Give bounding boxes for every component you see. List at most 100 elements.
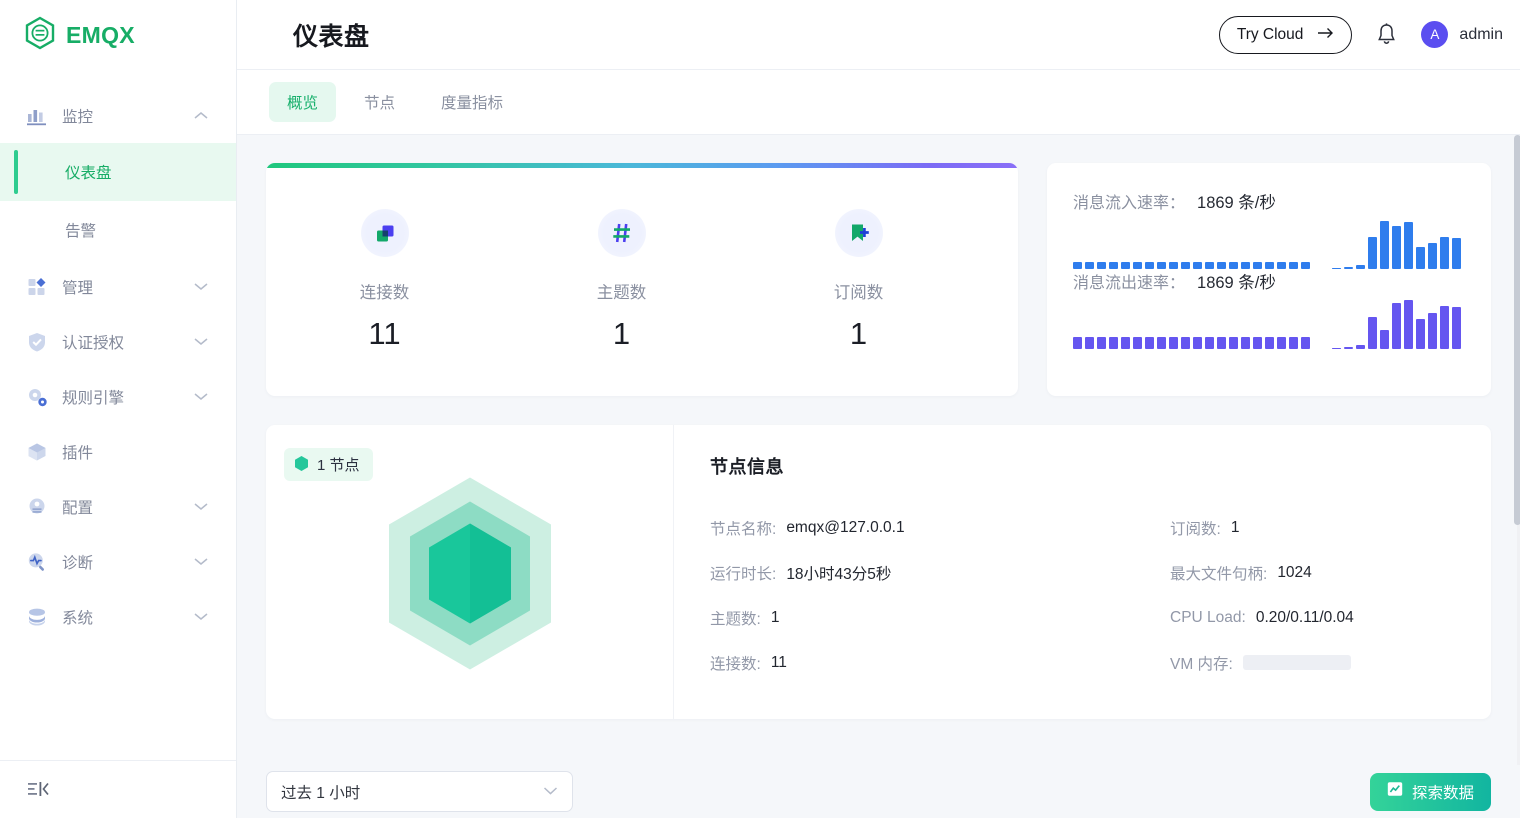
chart-bar — [1440, 237, 1449, 269]
sidebar: EMQX 监控 仪表盘 — [0, 0, 237, 818]
time-range-select[interactable]: 过去 1 小时 — [266, 771, 573, 812]
chart-bar — [1181, 262, 1190, 269]
info-row: 运行时长: 18小时43分5秒 — [710, 550, 1170, 595]
stat-connections: 连接数 11 — [266, 209, 503, 352]
try-cloud-label: Try Cloud — [1237, 26, 1304, 44]
chart-bar — [1404, 222, 1413, 269]
gears-icon — [26, 386, 48, 408]
chart-bar — [1085, 337, 1094, 349]
chart-bar — [1392, 303, 1401, 349]
chart-bar — [1193, 262, 1202, 269]
top-row: 连接数 11 主题数 1 — [266, 163, 1491, 396]
gear-config-icon — [26, 496, 48, 518]
user-menu[interactable]: A admin — [1421, 21, 1503, 48]
emqx-hexagon-logo — [24, 16, 56, 55]
topbar-actions: Try Cloud A admin — [1219, 16, 1503, 54]
sidebar-item-label: 监控 — [62, 105, 93, 127]
inbound-rate-value: 1869 条/秒 — [1197, 189, 1276, 213]
chart-bar — [1380, 221, 1389, 269]
vertical-scrollbar-thumb[interactable] — [1514, 135, 1520, 525]
sidebar-item-diagnosis[interactable]: 诊断 — [0, 534, 236, 589]
sidebar-item-management[interactable]: 管理 — [0, 259, 236, 314]
chart-bar — [1121, 337, 1130, 349]
info-value: 1 — [771, 609, 780, 627]
connections-squares-icon — [361, 209, 409, 257]
sidebar-item-label: 配置 — [62, 496, 93, 518]
chart-bar — [1205, 337, 1214, 349]
shield-check-icon — [26, 331, 48, 353]
collapse-sidebar-icon[interactable] — [28, 781, 49, 798]
sidebar-nav: 监控 仪表盘 告警 — [0, 70, 236, 760]
chevron-down-icon — [194, 608, 208, 626]
node-count-badge[interactable]: 1 节点 — [284, 448, 373, 481]
chevron-up-icon — [194, 107, 208, 125]
chart-bar — [1253, 337, 1262, 349]
chart-bar — [1416, 247, 1425, 269]
info-key: 节点名称: — [710, 517, 776, 539]
chart-bar — [1452, 238, 1461, 269]
page-title: 仪表盘 — [293, 17, 370, 53]
info-row: 最大文件句柄: 1024 — [1170, 550, 1354, 595]
sidebar-item-label: 规则引擎 — [62, 386, 124, 408]
sidebar-item-dashboard[interactable]: 仪表盘 — [0, 143, 236, 201]
info-key: CPU Load: — [1170, 609, 1246, 627]
stat-label: 订阅数 — [834, 279, 884, 303]
chart-bar — [1073, 337, 1082, 349]
chart-bar — [1193, 337, 1202, 349]
sidebar-item-alarms[interactable]: 告警 — [0, 201, 236, 259]
sidebar-item-configuration[interactable]: 配置 — [0, 479, 236, 534]
stat-subscriptions: 订阅数 1 — [740, 209, 977, 352]
sidebar-item-system[interactable]: 系统 — [0, 589, 236, 644]
monitor-chart-icon — [26, 105, 48, 127]
stat-label: 主题数 — [597, 279, 647, 303]
sidebar-item-label: 管理 — [62, 276, 93, 298]
message-rates-card: 消息流入速率： 1869 条/秒 消息流出速率： 1869 条/秒 — [1047, 163, 1491, 396]
chevron-down-icon — [194, 553, 208, 571]
try-cloud-button[interactable]: Try Cloud — [1219, 16, 1353, 54]
sidebar-item-rule-engine[interactable]: 规则引擎 — [0, 369, 236, 424]
avatar: A — [1421, 21, 1448, 48]
info-value: 1 — [1231, 519, 1240, 537]
info-value: 18小时43分5秒 — [786, 562, 891, 584]
bell-notification-icon[interactable] — [1372, 19, 1401, 50]
chart-bar — [1169, 262, 1178, 269]
arrow-right-icon — [1317, 26, 1334, 44]
sidebar-subitem-label: 仪表盘 — [65, 161, 112, 183]
info-value: 11 — [771, 654, 787, 672]
chart-bar — [1332, 268, 1341, 270]
outbound-sparkline-chart — [1073, 297, 1461, 349]
outbound-rate-label: 消息流出速率： — [1073, 269, 1185, 293]
sidebar-item-label: 系统 — [62, 606, 93, 628]
sidebar-item-label: 诊断 — [62, 551, 93, 573]
chart-bar — [1253, 262, 1262, 269]
user-name: admin — [1459, 26, 1503, 44]
chart-bar — [1380, 330, 1389, 349]
topbar: 仪表盘 Try Cloud A admin — [237, 0, 1520, 70]
explore-data-button[interactable]: 探索数据 — [1370, 773, 1491, 811]
info-key: VM 内存: — [1170, 652, 1233, 674]
tab-nodes[interactable]: 节点 — [346, 82, 413, 122]
sidebar-item-plugins[interactable]: 插件 — [0, 424, 236, 479]
tab-overview[interactable]: 概览 — [269, 82, 336, 122]
chart-bar — [1133, 337, 1142, 349]
chart-bar — [1301, 262, 1310, 269]
chart-bar — [1404, 300, 1413, 349]
info-row: 主题数: 1 — [710, 595, 1170, 640]
chart-bar — [1133, 262, 1142, 269]
info-value: 0.20/0.11/0.04 — [1256, 609, 1354, 627]
brand[interactable]: EMQX — [0, 0, 236, 70]
chart-bar — [1181, 337, 1190, 349]
sidebar-item-monitor[interactable]: 监控 — [0, 88, 236, 143]
sidebar-item-auth[interactable]: 认证授权 — [0, 314, 236, 369]
chart-bar — [1169, 337, 1178, 349]
chevron-down-icon — [194, 388, 208, 406]
info-value: emqx@127.0.0.1 — [786, 519, 904, 537]
info-key: 订阅数: — [1170, 517, 1221, 539]
inbound-sparkline-chart — [1073, 217, 1461, 269]
info-key: 主题数: — [710, 607, 761, 629]
tab-metrics[interactable]: 度量指标 — [423, 82, 521, 122]
chart-bar — [1440, 306, 1449, 349]
chart-bar — [1109, 337, 1118, 349]
info-value: 1024 — [1277, 564, 1311, 582]
chevron-down-icon — [194, 333, 208, 351]
